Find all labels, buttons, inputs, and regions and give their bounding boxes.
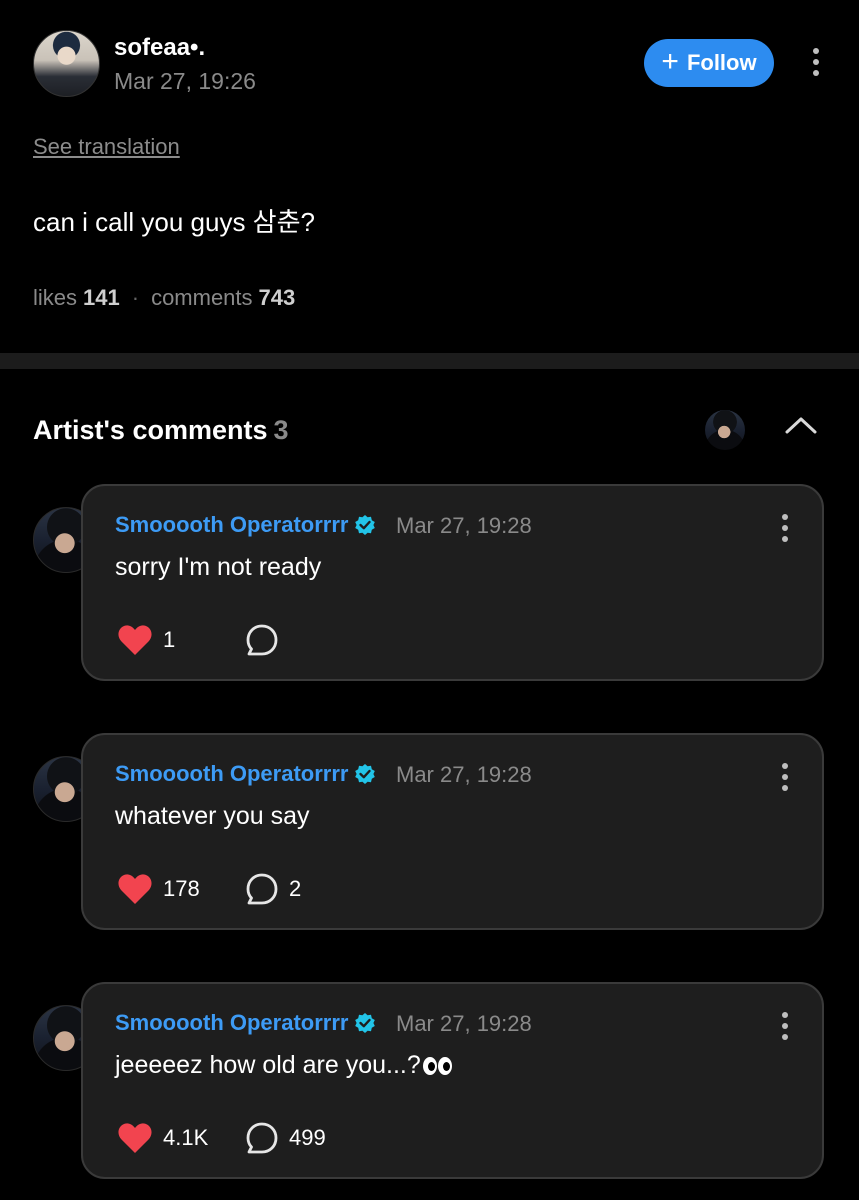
commenter-name[interactable]: Smooooth Operatorrrr bbox=[115, 512, 376, 538]
reply-count: 2 bbox=[289, 876, 302, 901]
comments-label[interactable]: comments bbox=[151, 285, 252, 311]
like-count: 1 bbox=[163, 627, 176, 652]
post-body-text: can i call you guys 삼춘? bbox=[33, 207, 315, 237]
artist-comments-title: Artist's comments bbox=[33, 415, 268, 445]
comment-text: whatever you say bbox=[115, 802, 310, 830]
comment-actions: 1 bbox=[117, 622, 289, 658]
follow-label: Follow bbox=[686, 50, 757, 75]
artist-comment-card: Smooooth Operatorrrr Mar 27, 19:28 sorry… bbox=[81, 484, 824, 681]
comment-more-options-icon[interactable] bbox=[781, 1012, 789, 1040]
post-header: sofeaa•. Mar 27, 19:26 + Follow bbox=[33, 30, 826, 98]
heart-icon[interactable] bbox=[117, 624, 153, 656]
verified-badge-icon bbox=[355, 764, 376, 784]
post-more-options-icon[interactable] bbox=[812, 48, 820, 76]
post-stats: likes 141 · comments 743 bbox=[33, 285, 295, 311]
like-count: 4.1K bbox=[163, 1125, 209, 1150]
heart-icon[interactable] bbox=[117, 873, 153, 905]
comment-timestamp: Mar 27, 19:28 bbox=[396, 762, 532, 787]
post-timestamp: Mar 27, 19:26 bbox=[114, 68, 256, 94]
chevron-up-icon[interactable] bbox=[784, 415, 818, 435]
speech-bubble-icon[interactable] bbox=[245, 1121, 279, 1155]
commenter-name-label: Smooooth Operatorrrr bbox=[115, 761, 349, 786]
comment-timestamp: Mar 27, 19:28 bbox=[396, 1011, 532, 1036]
comment-text: jeeeeez how old are you...? bbox=[115, 1051, 421, 1079]
stats-separator: · bbox=[131, 285, 140, 310]
artist-comments-heading: Artist's comments 3 bbox=[33, 415, 289, 446]
reply-count: 499 bbox=[289, 1125, 326, 1150]
comment-actions: 4.1K 499 bbox=[117, 1120, 326, 1156]
verified-badge-icon bbox=[355, 515, 376, 535]
likes-label: likes bbox=[33, 285, 78, 310]
comment-more-options-icon[interactable] bbox=[781, 514, 789, 542]
artist-comment-card: Smooooth Operatorrrr Mar 27, 19:28 jeeee… bbox=[81, 982, 824, 1179]
comments-count[interactable]: 743 bbox=[259, 285, 296, 311]
eyes-emoji bbox=[422, 1057, 452, 1076]
section-divider bbox=[0, 353, 859, 369]
author-name[interactable]: sofeaa•. bbox=[114, 34, 205, 62]
follow-button[interactable]: + Follow bbox=[644, 39, 774, 87]
speech-bubble-icon[interactable] bbox=[245, 872, 279, 906]
artist-comment-card: Smooooth Operatorrrr Mar 27, 19:28 whate… bbox=[81, 733, 824, 930]
commenter-name[interactable]: Smooooth Operatorrrr bbox=[115, 1010, 376, 1036]
author-avatar[interactable] bbox=[33, 30, 100, 97]
commenter-name-label: Smooooth Operatorrrr bbox=[115, 1010, 349, 1035]
speech-bubble-icon[interactable] bbox=[245, 623, 279, 657]
comment-text-row: jeeeeez how old are you...? bbox=[115, 1051, 452, 1080]
artist-comments-count: 3 bbox=[273, 415, 289, 445]
commenter-name[interactable]: Smooooth Operatorrrr bbox=[115, 761, 376, 787]
comment-timestamp: Mar 27, 19:28 bbox=[396, 513, 532, 538]
heart-icon[interactable] bbox=[117, 1122, 153, 1154]
comment-text: sorry I'm not ready bbox=[115, 553, 322, 581]
commenter-name-label: Smooooth Operatorrrr bbox=[115, 512, 349, 537]
verified-badge-icon bbox=[355, 1013, 376, 1033]
comment-actions: 178 2 bbox=[117, 871, 301, 907]
plus-icon: + bbox=[661, 44, 679, 78]
see-translation-link[interactable]: See translation bbox=[33, 134, 180, 160]
artist-avatar-thumbnail[interactable] bbox=[705, 410, 745, 450]
like-count: 178 bbox=[163, 876, 200, 901]
comment-more-options-icon[interactable] bbox=[781, 763, 789, 791]
likes-count: 141 bbox=[83, 285, 120, 310]
